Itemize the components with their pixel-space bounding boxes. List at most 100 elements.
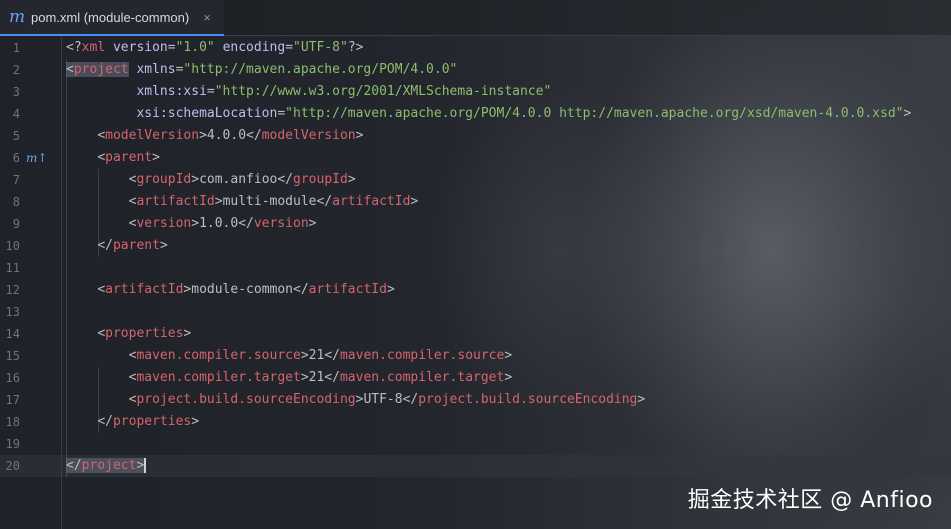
xml-tag-name: version — [253, 216, 309, 231]
xml-text: = — [206, 84, 215, 99]
code-line[interactable]: 16 <maven.compiler.target>21</maven.comp… — [0, 367, 951, 389]
xml-text — [66, 326, 97, 341]
code-text: <modelVersion>4.0.0</modelVersion> — [66, 125, 363, 147]
xml-text: </ — [402, 392, 419, 407]
xml-tag-name: modelVersion — [105, 128, 200, 143]
code-line[interactable]: 11 — [0, 257, 951, 279]
xml-tag-name: maven.compiler.target — [339, 370, 505, 385]
xml-tag-name: project.build.sourceEncoding — [136, 392, 356, 407]
xml-text — [66, 414, 97, 429]
code-line[interactable]: 3 xmlns:xsi="http://www.w3.org/2001/XMLS… — [0, 81, 951, 103]
maven-file-icon: m — [9, 7, 26, 27]
xml-text: 1.0.0 — [199, 216, 239, 231]
xml-string: "http://www.w3.org/2001/XMLSchema-instan… — [214, 84, 552, 99]
code-line[interactable]: 2 <project xmlns="http://maven.apache.org… — [0, 59, 951, 81]
xml-text: > — [504, 370, 513, 385]
xml-text: > — [504, 348, 513, 363]
xml-text: = — [285, 40, 294, 55]
xml-text: > — [183, 326, 192, 341]
code-line[interactable]: 13 — [0, 301, 951, 323]
xml-string: "http://maven.apache.org/POM/4.0.0 http:… — [285, 106, 904, 121]
code-line[interactable]: 4 xsi:schemaLocation="http://maven.apach… — [0, 103, 951, 125]
xml-attribute: xmlns:xsi — [136, 84, 207, 99]
xml-tag-name: groupId — [136, 172, 192, 187]
xml-text: > — [214, 194, 223, 209]
code-text: <properties> — [66, 323, 191, 345]
editor-tab-bar: m pom.xml (module-common) × — [0, 0, 951, 36]
xml-text: module-common — [191, 282, 293, 297]
xml-text: ?> — [347, 40, 364, 55]
code-text: xsi:schemaLocation="http://maven.apache.… — [66, 103, 911, 125]
xml-string: "http://maven.apache.org/POM/4.0.0" — [183, 62, 458, 77]
indent-guide — [98, 169, 99, 257]
line-number-gutter — [0, 37, 62, 529]
code-editor[interactable]: 1 <?xml version="1.0" encoding="UTF-8"?> 2… — [0, 37, 951, 477]
indent-guide — [98, 367, 99, 433]
code-line[interactable]: 5 <modelVersion>4.0.0</modelVersion> — [0, 125, 951, 147]
xml-tag-name: properties — [105, 326, 184, 341]
xml-text: </ — [324, 370, 340, 385]
code-line[interactable]: 17 <project.build.sourceEncoding>UTF-8</… — [0, 389, 951, 411]
code-line[interactable]: 6 m↑ <parent> — [0, 147, 951, 169]
close-icon[interactable]: × — [203, 10, 211, 25]
xml-text — [66, 84, 136, 99]
tab-label: pom.xml (module-common) — [31, 9, 190, 25]
xml-text — [66, 348, 129, 363]
xml-text: < — [66, 62, 74, 77]
xml-tag-name: version — [136, 216, 192, 231]
xml-tag-name: parent — [105, 150, 153, 165]
code-line[interactable]: 14 <properties> — [0, 323, 951, 345]
xml-text: > — [308, 216, 317, 231]
xml-text: > — [136, 458, 147, 473]
xml-text: = — [167, 40, 176, 55]
xml-text: > — [903, 106, 912, 121]
xml-text: > — [355, 128, 364, 143]
xml-tag-name: artifactId — [105, 282, 184, 297]
xml-tag-name: artifactId — [136, 194, 215, 209]
xml-text: > — [637, 392, 646, 407]
code-line[interactable]: 9 <version>1.0.0</version> — [0, 213, 951, 235]
code-line[interactable]: 10 </parent> — [0, 235, 951, 257]
xml-text: 21 — [308, 370, 325, 385]
xml-text: com.anfioo — [199, 172, 278, 187]
xml-text: multi-module — [222, 194, 317, 209]
code-line[interactable]: 8 <artifactId>multi-module</artifactId> — [0, 191, 951, 213]
xml-tag-name: modelVersion — [261, 128, 356, 143]
xml-string: "UTF-8" — [293, 40, 348, 55]
watermark: 掘金技术社区 @ Anfioo — [687, 488, 933, 513]
xml-text: </ — [97, 238, 113, 253]
code-line[interactable]: 18 </properties> — [0, 411, 951, 433]
xml-text: </ — [277, 172, 294, 187]
xml-text — [105, 40, 113, 55]
xml-tag-name: project — [73, 62, 129, 77]
xml-text: < — [97, 326, 106, 341]
xml-text — [66, 150, 97, 165]
code-line[interactable]: 12 <artifactId>module-common</artifactId… — [0, 279, 951, 301]
code-text: <maven.compiler.source>21</maven.compile… — [66, 345, 513, 367]
xml-tag-name: parent — [112, 238, 160, 253]
xml-text — [66, 282, 97, 297]
code-line[interactable]: 7 <groupId>com.anfioo</groupId> — [0, 169, 951, 191]
xml-text: > — [300, 370, 309, 385]
code-line[interactable]: 20 </project> — [0, 455, 951, 477]
xml-text: </ — [316, 194, 333, 209]
xml-tag-name: maven.compiler.target — [136, 370, 301, 385]
code-text: <project.build.sourceEncoding>UTF-8</pro… — [66, 389, 646, 411]
xml-string: "1.0" — [175, 40, 215, 55]
code-text: <groupId>com.anfioo</groupId> — [66, 169, 356, 191]
xml-text: < — [97, 282, 106, 297]
code-line[interactable]: 1 <?xml version="1.0" encoding="UTF-8"?> — [0, 37, 951, 59]
xml-text: > — [191, 216, 200, 231]
code-text: xmlns:xsi="http://www.w3.org/2001/XMLSch… — [66, 81, 551, 103]
code-text: </properties> — [66, 411, 199, 433]
xml-tag-name: artifactId — [308, 282, 387, 297]
code-line[interactable]: 15 <maven.compiler.source>21</maven.comp… — [0, 345, 951, 367]
tab-pom-xml[interactable]: m pom.xml (module-common) × — [0, 0, 224, 36]
xml-text: > — [386, 282, 395, 297]
xml-text — [66, 106, 136, 121]
code-line[interactable]: 19 — [0, 433, 951, 455]
xml-text — [66, 238, 97, 253]
code-text: <?xml version="1.0" encoding="UTF-8"?> — [66, 37, 363, 59]
xml-text: 21 — [308, 348, 325, 363]
xml-text — [215, 40, 223, 55]
